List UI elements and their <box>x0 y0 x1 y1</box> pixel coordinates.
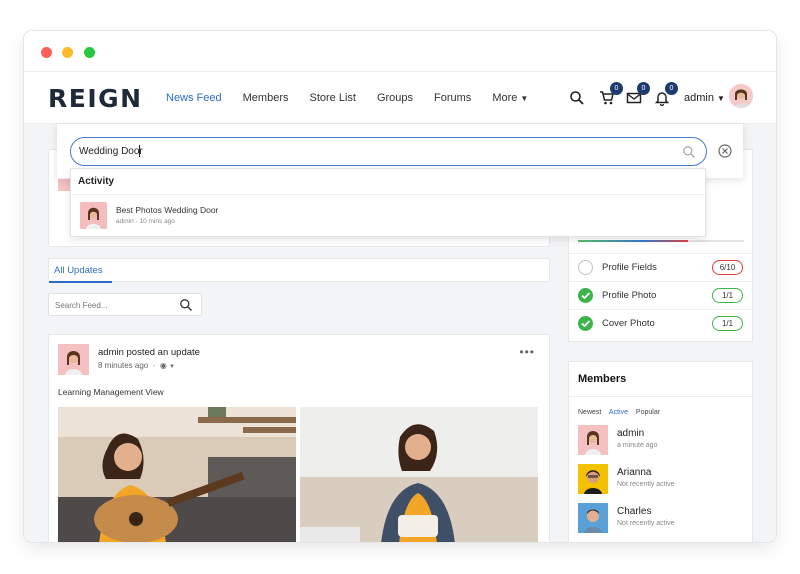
member-name: Arianna <box>617 467 652 478</box>
post-photo[interactable] <box>300 407 538 542</box>
member-name: admin <box>617 428 645 439</box>
profile-progress-fill <box>578 240 688 242</box>
zoom-window-button[interactable] <box>84 47 95 58</box>
browser-window: REIGN News Feed Members Store List Group… <box>24 31 776 542</box>
cart-icon[interactable]: 0 <box>599 82 623 106</box>
feed-search-input[interactable]: Search Feed... <box>48 293 202 316</box>
search-result-item[interactable]: Best Photos Wedding Door admin · 10 mins… <box>71 194 705 236</box>
nav-members[interactable]: Members <box>243 92 289 104</box>
result-time: 10 mins ago <box>139 218 175 225</box>
nav-forums[interactable]: Forums <box>434 92 471 104</box>
profile-row-count: 6/10 <box>712 260 743 275</box>
profile-row-fields[interactable]: Profile Fields 6/10 <box>569 253 752 281</box>
tab-all-updates[interactable]: All Updates <box>54 265 103 276</box>
profile-row-label: Profile Fields <box>602 262 657 273</box>
activity-post: admin posted an update 8 minutes ago · ◉… <box>48 334 550 542</box>
chevron-down-icon: ▼ <box>520 94 529 103</box>
avatar[interactable] <box>58 344 89 375</box>
result-title: Best Photos Wedding Door <box>116 205 219 215</box>
site-header: REIGN News Feed Members Store List Group… <box>24 72 776 124</box>
nav-store-list[interactable]: Store List <box>309 92 355 104</box>
text-cursor <box>139 145 140 157</box>
members-title: Members <box>578 373 627 385</box>
post-time: 8 minutes ago · ◉ ▼ <box>98 361 175 370</box>
post-text: Learning Management View <box>58 387 164 397</box>
member-status: Not recently active <box>617 520 675 527</box>
user-name: admin <box>684 92 714 104</box>
mail-icon[interactable]: 0 <box>626 82 650 106</box>
filter-active[interactable]: Active <box>609 409 628 416</box>
main-nav: News Feed Members Store List Groups Foru… <box>166 92 549 104</box>
window-titlebar <box>24 31 776 72</box>
search-query: Wedding Door <box>79 146 143 157</box>
search-icon[interactable] <box>569 90 585 106</box>
profile-row-label: Profile Photo <box>602 290 657 301</box>
avatar[interactable] <box>578 503 608 533</box>
check-circle-icon <box>578 288 593 303</box>
minimize-window-button[interactable] <box>62 47 73 58</box>
profile-row-label: Cover Photo <box>602 318 655 329</box>
chevron-down-icon: ▼ <box>169 364 175 370</box>
site-logo[interactable]: REIGN <box>48 84 143 113</box>
more-options-icon[interactable]: ••• <box>519 345 535 359</box>
search-results: Activity Best Photos Wedding Door admin … <box>70 168 706 237</box>
profile-row-count: 1/1 <box>712 288 743 303</box>
cart-count-badge: 0 <box>610 82 623 95</box>
incomplete-circle-icon <box>578 260 593 275</box>
members-widget: Members Newest Active Popular admin a mi… <box>568 361 753 542</box>
member-item[interactable]: Arianna Not recently active <box>578 464 748 496</box>
mail-count-badge: 0 <box>637 82 650 95</box>
globe-icon[interactable]: ◉ <box>160 361 167 370</box>
result-thumbnail <box>80 202 107 229</box>
profile-row-cover[interactable]: Cover Photo 1/1 <box>569 309 752 337</box>
notification-count-badge: 0 <box>665 82 678 95</box>
avatar[interactable] <box>578 425 608 455</box>
results-heading: Activity <box>78 176 115 187</box>
nav-more-label: More <box>492 92 518 104</box>
post-author-line: admin posted an update <box>98 347 200 358</box>
member-name: Charles <box>617 506 652 517</box>
composer-avatar <box>58 179 70 191</box>
nav-groups[interactable]: Groups <box>377 92 413 104</box>
user-menu[interactable]: admin ▼ <box>684 92 725 104</box>
search-icon[interactable] <box>179 298 193 312</box>
search-icon[interactable] <box>682 145 696 159</box>
search-input[interactable]: Wedding Door <box>70 137 707 166</box>
members-filters: Newest Active Popular <box>578 409 666 416</box>
close-window-button[interactable] <box>41 47 52 58</box>
filter-popular[interactable]: Popular <box>636 409 660 416</box>
chevron-down-icon: ▼ <box>717 94 725 103</box>
member-item[interactable]: admin a minute ago <box>578 425 748 457</box>
avatar[interactable] <box>729 84 753 108</box>
active-tab-indicator <box>49 281 112 283</box>
nav-more[interactable]: More ▼ <box>492 92 528 104</box>
nav-news-feed[interactable]: News Feed <box>166 92 222 104</box>
bell-icon[interactable]: 0 <box>654 82 678 107</box>
check-circle-icon <box>578 316 593 331</box>
profile-row-photo[interactable]: Profile Photo 1/1 <box>569 281 752 309</box>
post-timestamp: 8 minutes ago <box>98 361 149 370</box>
profile-row-count: 1/1 <box>712 316 743 331</box>
member-status: Not recently active <box>617 481 675 488</box>
activity-tabs: All Updates <box>48 258 550 283</box>
result-meta: admin · 10 mins ago <box>116 218 175 225</box>
avatar[interactable] <box>578 464 608 494</box>
member-item[interactable]: Charles Not recently active <box>578 503 748 535</box>
member-status: a minute ago <box>617 442 658 449</box>
feed-search-placeholder: Search Feed... <box>55 301 108 310</box>
divider <box>569 396 752 397</box>
filter-newest[interactable]: Newest <box>578 409 601 416</box>
close-icon[interactable] <box>718 144 732 158</box>
result-author: admin <box>116 218 134 225</box>
profile-progress-bar <box>578 240 744 242</box>
post-photo[interactable] <box>58 407 296 542</box>
